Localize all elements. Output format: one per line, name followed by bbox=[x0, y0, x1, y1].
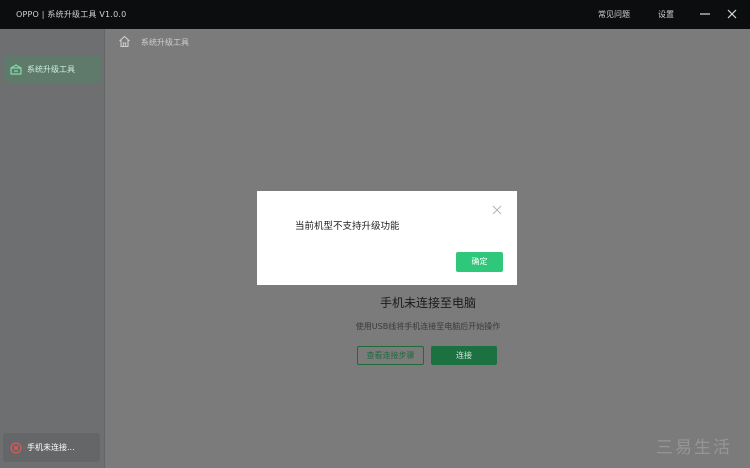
close-icon[interactable] bbox=[723, 5, 741, 23]
breadcrumb: 系统升级工具 bbox=[141, 38, 189, 47]
dialog-close-icon[interactable] bbox=[491, 204, 503, 216]
settings-menu[interactable]: 设置 bbox=[658, 9, 674, 21]
dialog-message: 当前机型不支持升级功能 bbox=[295, 221, 400, 232]
app-title: OPPO | 系统升级工具 V1.0.0 bbox=[16, 10, 127, 19]
title-bar: OPPO | 系统升级工具 V1.0.0 常见问题 设置 bbox=[0, 0, 750, 29]
connection-status: 手机未连接... bbox=[3, 433, 100, 462]
status-label: 手机未连接... bbox=[27, 443, 75, 452]
empty-state-title: 手机未连接至电脑 bbox=[379, 296, 476, 310]
alert-dialog: 当前机型不支持升级功能 确定 bbox=[257, 191, 517, 285]
confirm-button[interactable]: 确定 bbox=[456, 252, 503, 272]
upgrade-box-icon bbox=[10, 64, 22, 75]
faq-menu[interactable]: 常见问题 bbox=[598, 9, 630, 21]
empty-state-hint: 使用USB线将手机连接至电脑后开始操作 bbox=[355, 322, 501, 331]
error-circle-icon bbox=[10, 442, 22, 454]
sidebar-item-label: 系统升级工具 bbox=[27, 65, 75, 74]
watermark: 三易生活 bbox=[656, 438, 732, 458]
sidebar-item-upgrade-tool[interactable]: 系统升级工具 bbox=[4, 56, 101, 83]
home-icon[interactable] bbox=[118, 35, 131, 48]
minimize-icon[interactable] bbox=[696, 5, 714, 23]
sidebar: 系统升级工具 手机未连接... bbox=[0, 29, 105, 468]
connect-button[interactable]: 连接 bbox=[431, 346, 497, 365]
view-steps-button[interactable]: 查看连接步骤 bbox=[357, 346, 424, 365]
